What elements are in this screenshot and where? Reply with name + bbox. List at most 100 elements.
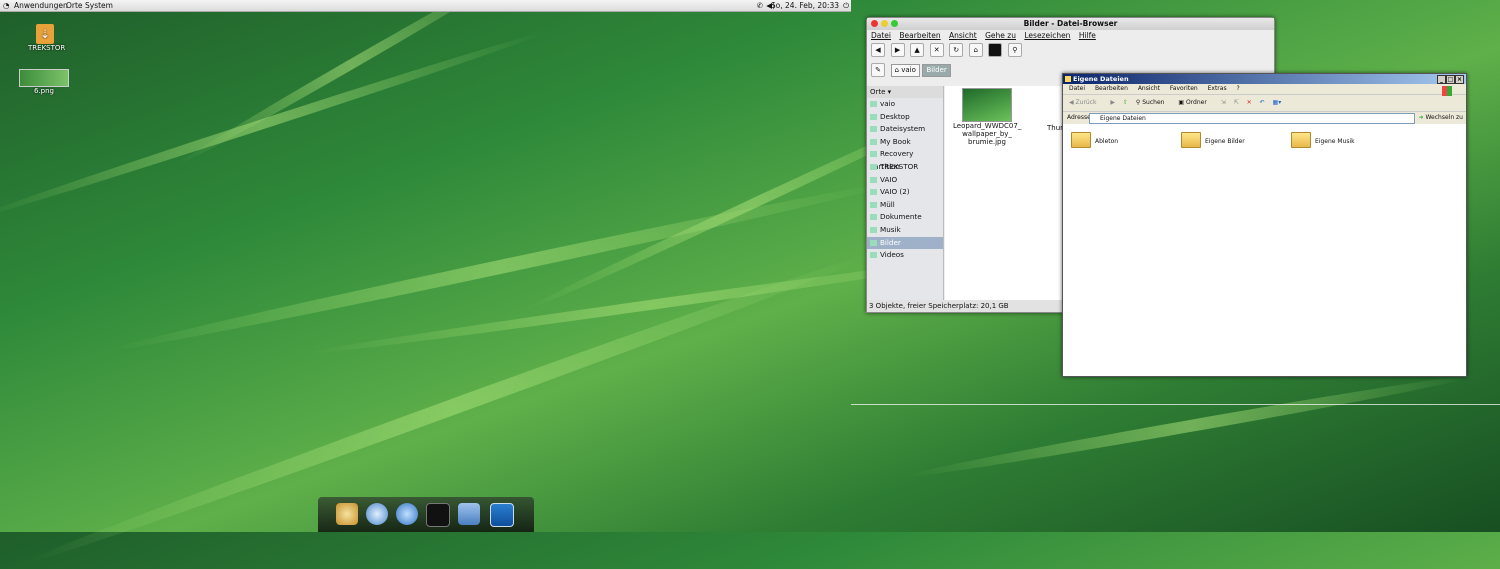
- usb-drive-icon: [870, 138, 877, 145]
- file-item-partial[interactable]: Thur: [1047, 124, 1063, 132]
- search-button[interactable]: ⚲ Suchen: [1136, 99, 1171, 106]
- sidebar-item-bilder[interactable]: Bilder: [867, 236, 943, 250]
- drive-icon: [870, 189, 877, 196]
- sidebar-item-my-book[interactable]: My Book: [867, 136, 943, 149]
- folder-icon: [870, 239, 877, 246]
- desktop-icon-trekstor[interactable]: ⇣ TREKSTOR: [28, 24, 65, 52]
- home-icon[interactable]: ⌂: [968, 43, 983, 57]
- menu-favoriten[interactable]: Favoriten: [1170, 85, 1198, 92]
- music-folder-icon: [1291, 132, 1311, 148]
- folder-icon[interactable]: [458, 503, 480, 525]
- breadcrumb-bilder[interactable]: Bilder: [922, 63, 951, 77]
- computer-icon[interactable]: [988, 43, 1003, 57]
- file-name-line: brumie.jpg: [968, 138, 1006, 146]
- power-icon[interactable]: ⏻: [843, 1, 849, 11]
- sidebar-item-dateisystem[interactable]: Dateisystem: [867, 123, 943, 136]
- maximize-button[interactable]: □: [1446, 75, 1455, 84]
- file-name-line: Leopard_WWDC07_: [953, 122, 1022, 130]
- minimize-button[interactable]: [881, 20, 888, 27]
- back-button[interactable]: ◀ Zurück: [1069, 99, 1103, 106]
- titlebar[interactable]: Eigene Dateien _ □ ×: [1063, 74, 1466, 84]
- delete-icon[interactable]: ✕: [1247, 99, 1252, 106]
- menu-lesezeichen[interactable]: Lesezeichen: [1024, 31, 1070, 40]
- sidebar-item-muell[interactable]: Müll: [867, 199, 943, 212]
- folders-button[interactable]: ▣ Ordner: [1178, 99, 1212, 106]
- menu-hilfe[interactable]: Hilfe: [1079, 31, 1096, 40]
- up-button[interactable]: ▲: [910, 43, 925, 57]
- desktop-icon-label: 6.png: [33, 87, 54, 95]
- sidebar-item-videos[interactable]: Videos: [867, 249, 943, 262]
- image-thumbnail-icon: [962, 88, 1012, 122]
- up-folder-icon[interactable]: ⇧: [1123, 99, 1128, 106]
- forward-button[interactable]: ▶: [890, 43, 905, 57]
- explorer-window: Eigene Dateien _ □ × Datei Bearbeiten An…: [1062, 73, 1467, 377]
- back-button[interactable]: ◀: [871, 43, 885, 57]
- move-to-icon[interactable]: ⇲: [1221, 99, 1226, 106]
- monitor-icon[interactable]: [490, 503, 514, 527]
- titlebar[interactable]: Bilder - Datei-Browser: [867, 18, 1274, 30]
- menu-datei[interactable]: Datei: [1069, 85, 1085, 92]
- breadcrumb-home-label: vaio: [901, 65, 916, 74]
- menu-ansicht[interactable]: Ansicht: [1138, 85, 1160, 92]
- address-field[interactable]: Eigene Dateien: [1089, 113, 1415, 124]
- browser-icon[interactable]: [336, 503, 358, 525]
- menu-gehe-zu[interactable]: Gehe zu: [985, 31, 1016, 40]
- sidebar-item-vaio-2[interactable]: VAIO (2): [867, 186, 943, 199]
- sidebar-item-desktop[interactable]: Desktop: [867, 111, 943, 124]
- folder-icon: [870, 252, 877, 259]
- pictures-folder-icon: [1181, 132, 1201, 148]
- chat-icon[interactable]: [396, 503, 418, 525]
- phone-icon[interactable]: ✆: [757, 1, 763, 10]
- menubar: Datei Bearbeiten Ansicht Gehe zu Lesezei…: [867, 30, 1274, 41]
- terminal-icon[interactable]: [426, 503, 450, 527]
- stop-button[interactable]: ✕: [929, 43, 944, 57]
- clock[interactable]: So, 24. Feb, 20:33: [771, 1, 839, 10]
- folder-view: Ableton Eigene Bilder Eigene Musik: [1063, 124, 1466, 364]
- maximize-button[interactable]: [891, 20, 898, 27]
- breadcrumb-home[interactable]: ⌂ vaio: [890, 63, 920, 77]
- menu-orte[interactable]: Orte: [66, 1, 83, 10]
- sidebar-item-vaio[interactable]: vaio: [867, 98, 943, 111]
- menu-system[interactable]: System: [85, 1, 113, 10]
- sidebar-item-trekstor[interactable]: TREKSTOR: [867, 161, 943, 174]
- go-button[interactable]: ➜ Wechseln zu: [1419, 112, 1463, 124]
- edit-location-icon[interactable]: ✎: [871, 63, 885, 77]
- close-button[interactable]: ×: [1455, 75, 1464, 84]
- sidebar-item-dokumente[interactable]: Dokumente: [867, 211, 943, 224]
- folder-icon: [870, 226, 877, 233]
- copy-to-icon[interactable]: ⇱: [1234, 99, 1239, 106]
- reload-button[interactable]: ↻: [949, 43, 964, 57]
- divider-line: [851, 404, 1500, 405]
- foot-icon[interactable]: ◔: [3, 1, 10, 10]
- folder-icon: [870, 214, 877, 221]
- image-thumbnail-icon: [19, 69, 69, 87]
- trash-icon: [870, 201, 877, 208]
- sidebar-item-recovery[interactable]: Recovery Partition: [867, 148, 943, 171]
- folder-item-ableton[interactable]: Ableton: [1071, 132, 1151, 152]
- minimize-button[interactable]: _: [1437, 75, 1446, 84]
- menu-extras[interactable]: Extras: [1208, 85, 1227, 92]
- search-icon[interactable]: ⚲: [1007, 43, 1022, 57]
- close-button[interactable]: [871, 20, 878, 27]
- menu-anwendungen[interactable]: Anwendungen: [14, 1, 68, 10]
- sidebar-item-musik[interactable]: Musik: [867, 224, 943, 237]
- home-icon: [870, 101, 877, 107]
- folder-item-eigene-musik[interactable]: Eigene Musik: [1291, 132, 1381, 152]
- folder-item-eigene-bilder[interactable]: Eigene Bilder: [1181, 132, 1271, 152]
- file-name-line: wallpaper_by_: [962, 130, 1012, 138]
- undo-icon[interactable]: ↶: [1260, 99, 1265, 106]
- menu-bearbeiten[interactable]: Bearbeiten: [1095, 85, 1128, 92]
- sidebar-header[interactable]: Orte ▾: [867, 86, 943, 98]
- views-icon[interactable]: ▦▾: [1273, 99, 1282, 106]
- file-item[interactable]: Leopard_WWDC07_ wallpaper_by_ brumie.jpg: [953, 88, 1021, 146]
- forward-button[interactable]: ▶: [1110, 99, 1115, 106]
- menu-datei[interactable]: Datei: [871, 31, 891, 40]
- menu-ansicht[interactable]: Ansicht: [949, 31, 977, 40]
- music-icon[interactable]: [366, 503, 388, 525]
- sidebar-item-vaio-drive[interactable]: VAIO: [867, 174, 943, 187]
- window-title: Eigene Dateien: [1073, 75, 1129, 83]
- menu-help[interactable]: ?: [1237, 85, 1240, 92]
- desktop-icon-6png[interactable]: 6.png: [18, 69, 70, 95]
- menu-bearbeiten[interactable]: Bearbeiten: [899, 31, 940, 40]
- usb-drive-icon: [870, 163, 877, 170]
